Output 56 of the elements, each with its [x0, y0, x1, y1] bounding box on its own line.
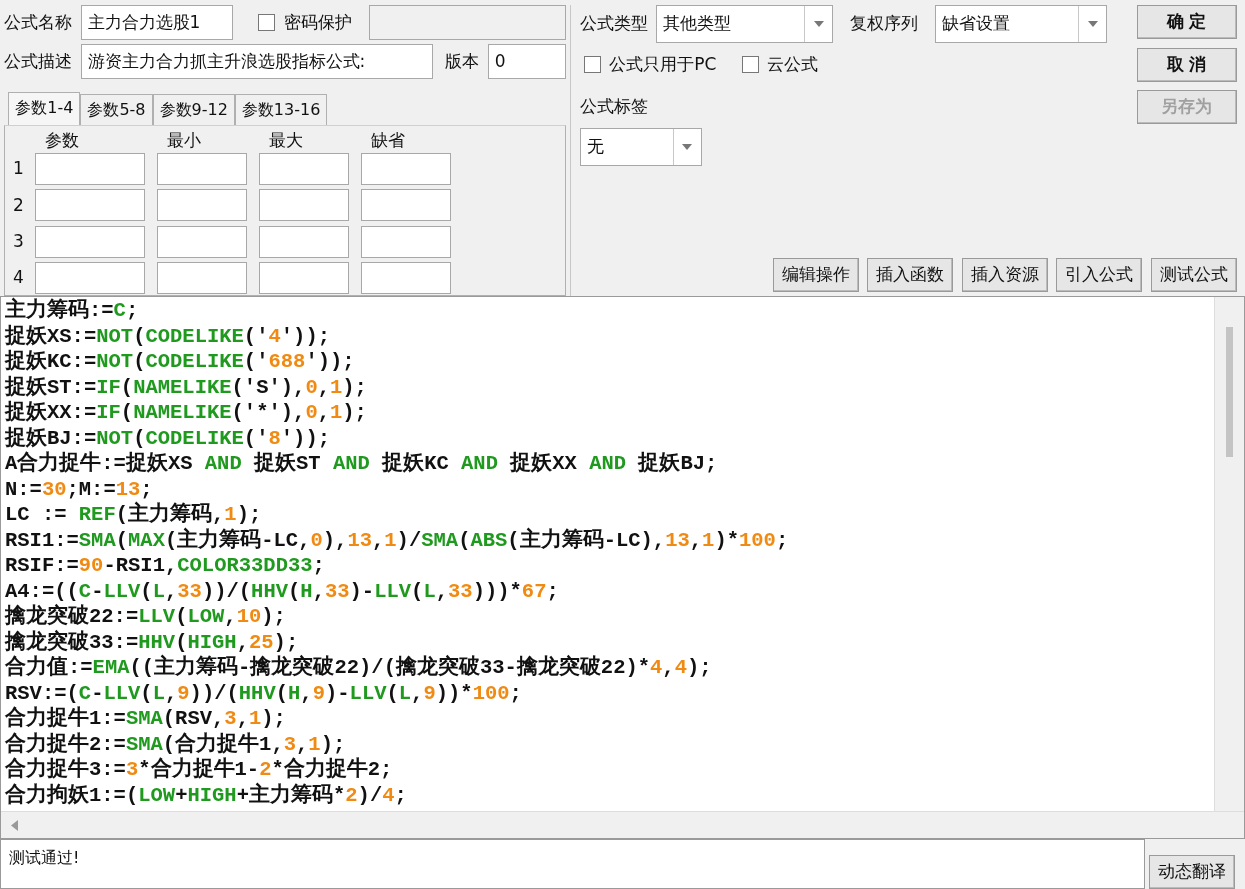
- field-label: 公式名称: [4, 10, 72, 34]
- code-line: 擒龙突破33:=HHV(HIGH,25);: [5, 629, 300, 654]
- field-label: 版本: [445, 49, 480, 73]
- code-line: 合力捉牛3:=3*合力捉牛1-2*合力捉牛2;: [5, 757, 394, 782]
- type-dropdown[interactable]: 其他类型: [656, 5, 833, 43]
- code-line: 捉妖KC:=NOT(CODELIKE('688'));: [5, 349, 356, 375]
- param-tab[interactable]: 参数9-12: [152, 93, 235, 125]
- adjust-dropdown[interactable]: 缺省设置: [935, 5, 1107, 43]
- code-line: RSI1:=SMA(MAX(主力筹码-LC,0),13,1)/SMA(ABS(主力筹码-LC),13,1)*100;: [5, 527, 790, 553]
- checkbox-label: 密码保护: [283, 10, 352, 34]
- toolbar-button[interactable]: 编辑操作: [772, 257, 859, 292]
- code-line: 合力值:=EMA((主力筹码-擒龙突破22)/(擒龙突破33-擒龙突破22)*4,4);: [5, 655, 713, 681]
- code-line: A合力捉牛:=捉妖XS AND 捉妖ST AND 捉妖KC AND 捉妖XX AND 捉妖BJ;: [5, 451, 719, 477]
- translate-button[interactable]: 动态翻译: [1149, 855, 1235, 889]
- checkbox-label: 云公式: [767, 52, 819, 76]
- field-label: 复权序列: [850, 12, 918, 36]
- column-header: 最大: [269, 129, 303, 150]
- param-tab[interactable]: 参数1-4: [8, 91, 81, 126]
- column-header: 参数: [45, 129, 79, 150]
- field-label: 公式描述: [4, 49, 72, 73]
- code-line: N:=30;M:=13;: [5, 476, 154, 501]
- code-line: LC := REF(主力筹码,1);: [5, 502, 263, 527]
- status-message: 测试通过!: [0, 839, 1145, 889]
- version-field[interactable]: 0: [487, 44, 566, 79]
- dialog-button[interactable]: 取 消: [1136, 47, 1237, 82]
- code-line: RSIF:=90-RSI1,COLOR33DD33;: [5, 553, 326, 579]
- checkbox-label: 公式只用于PC: [609, 52, 717, 76]
- toolbar-button[interactable]: 引入公式: [1056, 257, 1142, 292]
- tag-dropdown[interactable]: 无: [579, 128, 702, 166]
- code-line: 合力捉牛1:=SMA(RSV,3,1);: [5, 706, 287, 732]
- toolbar-button[interactable]: 插入函数: [867, 257, 953, 292]
- column-header: 最小: [167, 129, 201, 150]
- code-line: 捉妖XX:=IF(NAMELIKE('*'),0,1);: [5, 400, 368, 426]
- field-label: 公式类型: [579, 12, 648, 36]
- description-field[interactable]: 游资主力合力抓主升浪选股指标公式:: [80, 44, 433, 79]
- row-number: 1: [13, 157, 25, 181]
- code-line: 捉妖BJ:=NOT(CODELIKE('8'));: [5, 425, 331, 451]
- code-line: 擒龙突破22:=LLV(LOW,10);: [5, 604, 287, 630]
- toolbar-button[interactable]: 测试公式: [1150, 257, 1237, 292]
- code-line: 主力筹码:=C;: [5, 298, 140, 324]
- code-line: A4:=((C-LLV(L,33))/(HHV(H,33)-LLV(L,33)))*67;: [5, 578, 560, 604]
- field-label: 公式标签: [579, 96, 648, 116]
- toolbar-button[interactable]: 插入资源: [961, 257, 1048, 292]
- code-line: 捉妖XS:=NOT(CODELIKE('4'));: [5, 323, 331, 349]
- column-header: 缺省: [371, 129, 405, 150]
- code-line: 合力拘妖1:=(LOW+HIGH+主力筹码*2)/4;: [5, 782, 408, 808]
- name-field[interactable]: 主力合力选股1: [80, 5, 233, 40]
- row-number: 4: [13, 266, 25, 289]
- row-number: 3: [13, 229, 25, 253]
- dialog-button[interactable]: 确 定: [1136, 5, 1237, 39]
- code-line: 捉妖ST:=IF(NAMELIKE('S'),0,1);: [5, 374, 368, 400]
- row-number: 2: [13, 193, 25, 217]
- code-line: 合力捉牛2:=SMA(合力捉牛1,3,1);: [5, 731, 347, 757]
- code-line: RSV:=(C-LLV(L,9))/(HHV(H,9)-LLV(L,9))*100;: [5, 680, 523, 706]
- param-tab[interactable]: 参数5-8: [80, 93, 153, 125]
- param-tab[interactable]: 参数13-16: [234, 93, 328, 125]
